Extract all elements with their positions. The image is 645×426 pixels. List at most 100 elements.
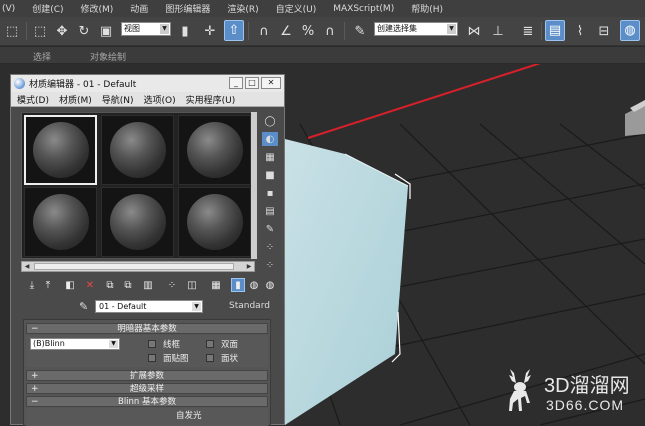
put-to-scene-icon[interactable]: ⤒ xyxy=(41,278,55,292)
main-menu-bar: (V) 创建(C) 修改(M) 动画 图形编辑器 渲染(R) 自定义(U) MA… xyxy=(0,0,645,17)
rollout-shader-basic-body: (B)Blinn ▼ 线框 双面 面贴图 面状 xyxy=(26,335,268,367)
select-region-icon[interactable]: ⬚ xyxy=(2,20,22,42)
pick-material-eyedropper-icon[interactable]: ✎ xyxy=(79,300,88,313)
menu-options[interactable]: 选项(O) xyxy=(144,93,176,106)
uv-tiling-icon[interactable]: ■ xyxy=(262,168,278,182)
go-forward-sibling-icon[interactable]: ◍ xyxy=(263,278,277,292)
material-editor-titlebar[interactable]: 材质编辑器 - 01 - Default _ □ ✕ xyxy=(11,75,284,92)
minimize-button[interactable]: _ xyxy=(229,77,243,89)
menu-item-rendering[interactable]: 渲染(R) xyxy=(227,2,258,15)
rollout-blinn-basic-body: 自发光 xyxy=(26,408,268,426)
video-color-check-icon[interactable]: ▪ xyxy=(262,186,278,200)
select-by-material-icon[interactable]: ⁘ xyxy=(262,240,278,254)
menu-item-maxscript[interactable]: MAXScript(M) xyxy=(333,4,394,14)
make-preview-icon[interactable]: ▤ xyxy=(262,204,278,218)
schematic-view-icon[interactable]: ⊟ xyxy=(594,20,614,42)
percent-snap-icon[interactable]: % xyxy=(298,20,318,42)
keyboard-shortcut-override-icon[interactable]: ⇧ xyxy=(224,20,244,41)
menu-item-help[interactable]: 帮助(H) xyxy=(411,2,443,15)
menu-material[interactable]: 材质(M) xyxy=(59,93,92,106)
ribbon-tab-object-paint[interactable]: 对象绘制 xyxy=(90,50,126,63)
material-editor-title: 材质编辑器 - 01 - Default xyxy=(29,80,137,90)
menu-item-customize[interactable]: 自定义(U) xyxy=(276,2,317,15)
sample-type-icon[interactable]: ◯ xyxy=(262,114,278,128)
rollout-blinn-basic-header[interactable]: − Blinn 基本参数 xyxy=(26,396,268,407)
show-shaded-icon[interactable]: ◫ xyxy=(185,278,199,292)
wire-checkbox[interactable]: 线框 xyxy=(148,338,180,350)
maximize-button[interactable]: □ xyxy=(245,77,259,89)
get-material-icon[interactable]: ⤓ xyxy=(25,278,39,292)
sample-slot[interactable] xyxy=(101,115,174,185)
show-map-in-viewport-icon[interactable]: ▮ xyxy=(231,278,245,292)
show-end-result-icon[interactable]: ▦ xyxy=(209,278,223,292)
sample-slot[interactable] xyxy=(178,187,251,257)
select-manipulate-icon[interactable]: ✛ xyxy=(200,20,220,42)
sample-slot[interactable] xyxy=(101,187,174,257)
curve-editor-icon[interactable]: ⌇ xyxy=(570,20,590,42)
make-unique-icon[interactable]: ⧉ xyxy=(121,278,135,292)
background-icon[interactable]: ▦ xyxy=(262,150,278,164)
material-navigator-icon[interactable]: ⁘ xyxy=(262,258,278,272)
material-name-input[interactable]: 01 - Default ▼ xyxy=(95,300,203,313)
rollout-shader-basic-title: 明暗器基本参数 xyxy=(117,324,177,334)
menu-utilities[interactable]: 实用程序(U) xyxy=(186,93,236,106)
menu-item-modifiers[interactable]: 修改(M) xyxy=(81,2,114,15)
material-type-button[interactable]: Standard xyxy=(229,301,270,311)
material-editor-app-icon xyxy=(14,78,25,89)
menu-item-graph-editors[interactable]: 图形编辑器 xyxy=(165,2,210,15)
align-icon[interactable]: ⊥ xyxy=(488,20,508,42)
scroll-left-icon[interactable]: ◀ xyxy=(22,262,32,271)
assign-to-selection-icon[interactable]: ◧ xyxy=(63,278,77,292)
scroll-right-icon[interactable]: ▶ xyxy=(244,262,254,271)
menu-item-animation[interactable]: 动画 xyxy=(130,2,148,15)
angle-snap-icon[interactable]: ∠ xyxy=(276,20,296,42)
close-button[interactable]: ✕ xyxy=(261,77,281,89)
box-object-front[interactable] xyxy=(285,139,408,425)
face-map-checkbox[interactable]: 面贴图 xyxy=(148,352,189,364)
rollout-shader-basic-header[interactable]: − 明暗器基本参数 xyxy=(26,323,268,334)
faceted-checkbox[interactable]: 面状 xyxy=(206,352,238,364)
two-sided-checkbox[interactable]: 双面 xyxy=(206,338,238,350)
copy-material-icon[interactable]: ⧉ xyxy=(103,278,117,292)
sample-sphere xyxy=(109,194,166,250)
go-to-parent-icon[interactable]: ◍ xyxy=(247,278,261,292)
sample-slot[interactable] xyxy=(24,187,97,257)
menu-mode[interactable]: 模式(D) xyxy=(17,93,49,106)
rollout-extended-header[interactable]: + 扩展参数 xyxy=(26,370,268,381)
snaps-toggle-icon[interactable]: ∩ xyxy=(254,20,274,42)
mirror-icon[interactable]: ⋈ xyxy=(464,20,484,42)
ribbon-tab-selection[interactable]: 选择 xyxy=(33,50,51,63)
self-illumination-label: 自发光 xyxy=(176,411,202,421)
layer-manager-icon[interactable]: ≣ xyxy=(518,20,538,42)
menu-item-views[interactable]: (V) xyxy=(2,4,15,14)
select-object-icon[interactable]: ⬚ xyxy=(30,20,50,42)
reference-coordinate-dropdown[interactable]: 视图 ▼ xyxy=(121,22,171,36)
rotate-icon[interactable]: ↻ xyxy=(74,20,94,42)
menu-item-create[interactable]: 创建(C) xyxy=(32,2,63,15)
scroll-thumb[interactable] xyxy=(34,263,234,270)
options-icon[interactable]: ✎ xyxy=(262,222,278,236)
menu-navigation[interactable]: 导航(N) xyxy=(102,93,134,106)
material-id-icon[interactable]: ⁘ xyxy=(165,278,179,292)
shader-type-dropdown[interactable]: (B)Blinn ▼ xyxy=(30,338,120,350)
rollout-supersampling-header[interactable]: + 超级采样 xyxy=(26,383,268,394)
backlight-icon[interactable]: ◐ xyxy=(262,132,278,146)
scale-icon[interactable]: ▣ xyxy=(96,20,116,42)
material-editor-button[interactable]: ◍ xyxy=(620,20,640,41)
edit-named-selection-icon[interactable]: ✎ xyxy=(350,20,370,42)
reference-coordinate-value: 视图 xyxy=(124,24,140,33)
reset-map-icon[interactable]: ✕ xyxy=(83,278,97,292)
move-icon[interactable]: ✥ xyxy=(52,20,72,42)
named-selection-set-dropdown[interactable]: 创建选择集 ▼ xyxy=(374,22,458,36)
sample-slot[interactable] xyxy=(178,115,251,185)
scene-explorer-icon[interactable]: ▤ xyxy=(545,20,565,41)
sample-slot[interactable] xyxy=(24,115,97,185)
sample-slots-vscroll[interactable] xyxy=(251,112,257,259)
viewcube-icon[interactable] xyxy=(625,100,645,136)
toolbar-separator xyxy=(541,22,542,40)
checkbox-box xyxy=(148,354,156,362)
pivot-center-icon[interactable]: ▮ xyxy=(175,20,195,42)
sample-slots-hscroll[interactable]: ◀ ▶ xyxy=(21,261,255,272)
spinner-snap-icon[interactable]: ∩ xyxy=(320,20,340,42)
put-to-library-icon[interactable]: ▥ xyxy=(141,278,155,292)
